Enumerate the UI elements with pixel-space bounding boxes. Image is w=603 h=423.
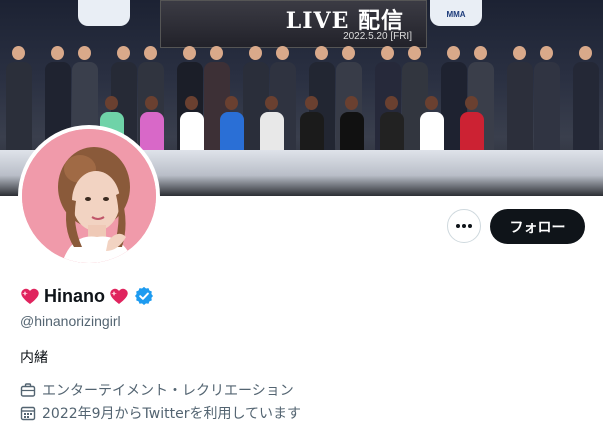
more-options-button[interactable]	[447, 209, 481, 243]
display-name: Hinano	[44, 285, 105, 306]
banner-person-head	[474, 46, 487, 60]
banner-person-head	[408, 46, 421, 60]
banner-person-head	[12, 46, 25, 60]
banner-person-head	[447, 46, 460, 60]
joined-date: 2022年9月からTwitterを利用しています	[42, 406, 302, 422]
banner-person-head	[145, 96, 158, 110]
banner-person-head	[144, 46, 157, 60]
banner-person-head	[513, 46, 526, 60]
display-name-row: Hinano	[20, 284, 153, 308]
banner-sign: LIVE 配信 2022.5.20 [FRI]	[160, 0, 427, 48]
profile-category-row: エンターテイメント・レクリエーション	[20, 380, 294, 400]
banner-flag-left	[78, 0, 130, 26]
banner-person-head	[105, 96, 118, 110]
banner-person-head	[265, 96, 278, 110]
banner-person-head	[345, 96, 358, 110]
calendar-icon	[20, 406, 36, 421]
banner-sign-subtext: 2022.5.20 [FRI]	[343, 31, 412, 42]
sparkling-heart-icon	[21, 288, 39, 304]
banner-flag-right: MMA	[430, 0, 482, 26]
banner-person-head	[385, 96, 398, 110]
banner-person-head	[465, 96, 478, 110]
profile-category: エンターテイメント・レクリエーション	[42, 383, 294, 399]
more-dots-icon	[456, 224, 472, 228]
banner-person-head	[78, 46, 91, 60]
profile-bio: 内緒	[20, 350, 48, 366]
banner-person	[573, 62, 599, 160]
banner-person-head	[183, 46, 196, 60]
verified-badge-icon[interactable]	[135, 287, 153, 305]
banner-person-head	[276, 46, 289, 60]
sparkling-heart-icon	[110, 288, 128, 304]
banner-person-head	[425, 96, 438, 110]
user-handle: @hinanorizingirl	[20, 313, 121, 329]
banner-person-head	[342, 46, 355, 60]
follow-button[interactable]: フォロー	[490, 209, 585, 244]
avatar-photo	[22, 129, 156, 263]
banner-person-head	[249, 46, 262, 60]
banner-flag-text: MMA	[446, 10, 466, 19]
banner-person-head	[579, 46, 592, 60]
briefcase-icon	[20, 383, 36, 397]
banner-person-head	[381, 46, 394, 60]
banner-person	[534, 62, 560, 160]
banner-person-head	[540, 46, 553, 60]
profile-avatar[interactable]	[18, 125, 160, 267]
banner-person-head	[315, 46, 328, 60]
banner-person	[6, 62, 32, 160]
banner-person-head	[225, 96, 238, 110]
banner-person-head	[185, 96, 198, 110]
banner-person-head	[51, 46, 64, 60]
avatar-portrait-illustration	[22, 129, 156, 263]
banner-person	[507, 62, 533, 160]
banner-person-head	[210, 46, 223, 60]
banner-person-head	[305, 96, 318, 110]
joined-date-row: 2022年9月からTwitterを利用しています	[20, 403, 301, 423]
banner-person-head	[117, 46, 130, 60]
